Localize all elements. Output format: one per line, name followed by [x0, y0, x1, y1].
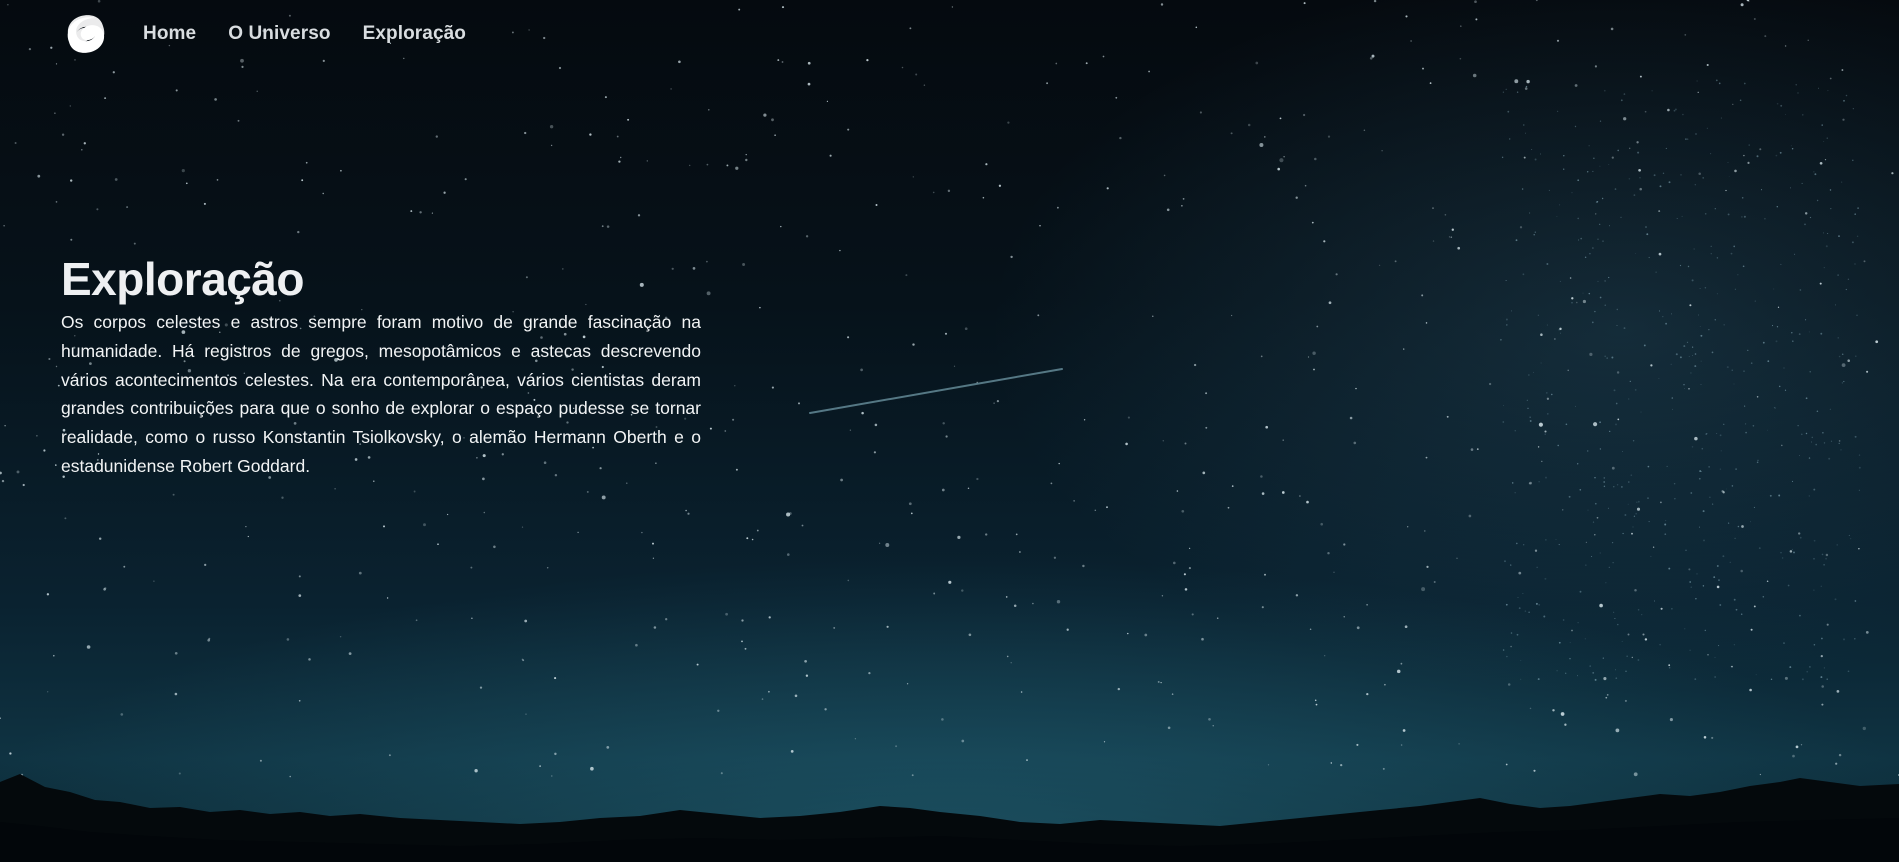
- nav-link-exploracao[interactable]: Exploração: [363, 23, 466, 45]
- navbar: Home O Universo Exploração: [60, 10, 466, 58]
- site-logo[interactable]: [60, 10, 112, 58]
- nav-links: Home O Universo Exploração: [143, 23, 466, 45]
- mountain-silhouette: [0, 774, 1899, 862]
- nav-link-home[interactable]: Home: [143, 23, 196, 45]
- hero-section: Exploração Os corpos celestes e astros s…: [61, 252, 701, 481]
- hero-paragraph: Os corpos celestes e astros sempre foram…: [61, 312, 701, 476]
- swirl-logo-icon: [67, 15, 105, 53]
- nav-link-o-universo[interactable]: O Universo: [228, 23, 330, 45]
- page: Home O Universo Exploração Exploração Os…: [0, 0, 1899, 862]
- page-title: Exploração: [61, 253, 305, 305]
